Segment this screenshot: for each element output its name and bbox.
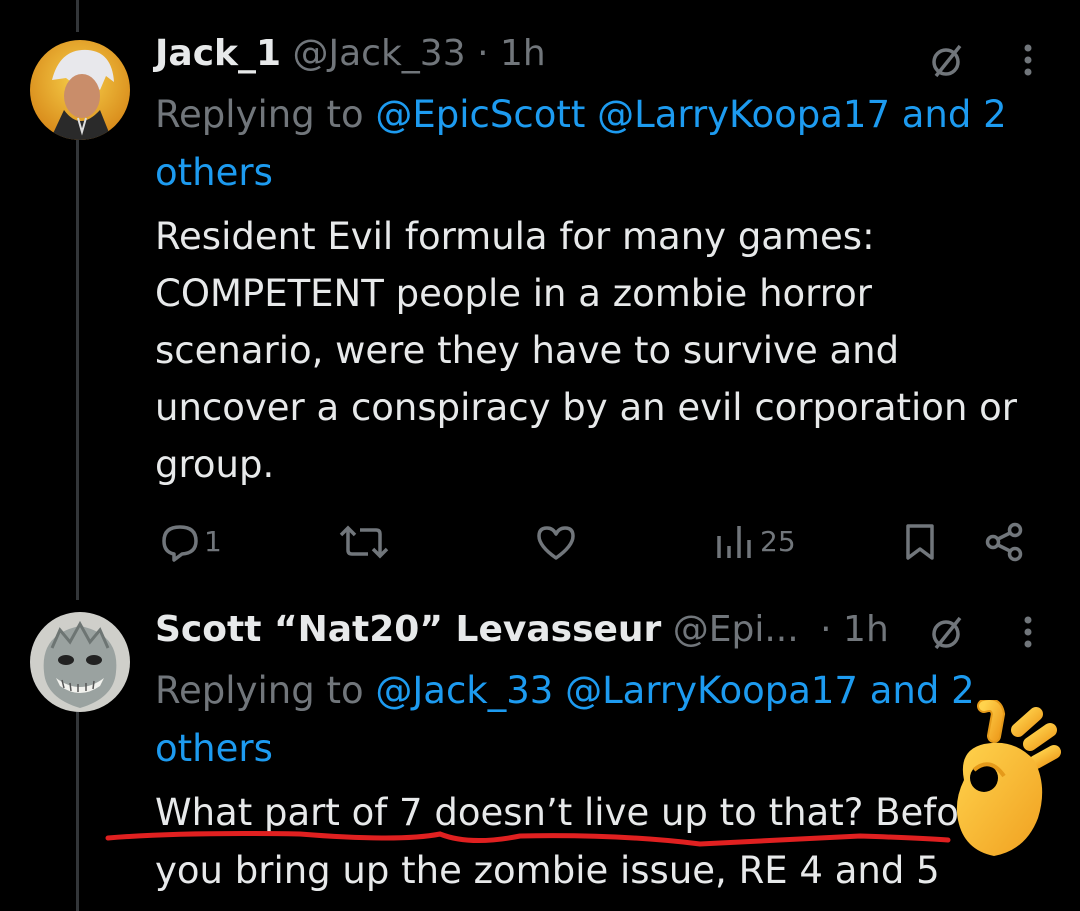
handle[interactable]: @Jack_33 bbox=[292, 33, 465, 74]
reply-icon[interactable] bbox=[160, 522, 202, 562]
replying-to: Replying to @Jack_33 @LarryKoopa17 and 2… bbox=[155, 669, 975, 770]
view-count: 25 bbox=[760, 525, 796, 558]
tweet-header: Jack_1 @Jack_33 · 1h bbox=[155, 32, 546, 76]
thread-line-top bbox=[76, 0, 79, 32]
avatar[interactable] bbox=[30, 612, 130, 712]
timestamp[interactable]: · 1h bbox=[820, 609, 889, 650]
red-underline-annotation bbox=[105, 831, 951, 847]
ok-hand-emoji bbox=[956, 700, 1061, 856]
display-name[interactable]: Jack_1 bbox=[155, 33, 281, 74]
no-grok-icon[interactable] bbox=[928, 612, 968, 652]
avatar[interactable] bbox=[30, 40, 130, 140]
no-grok-icon[interactable] bbox=[928, 40, 968, 80]
more-icon[interactable] bbox=[1020, 42, 1036, 82]
like-icon[interactable] bbox=[535, 524, 577, 562]
retweet-icon[interactable] bbox=[338, 522, 390, 562]
more-icon[interactable] bbox=[1020, 614, 1036, 654]
views-icon[interactable] bbox=[715, 524, 755, 560]
timestamp[interactable]: · 1h bbox=[477, 33, 546, 74]
thread-line-bottom bbox=[76, 700, 79, 911]
handle[interactable]: @Epi... bbox=[673, 609, 799, 650]
bookmark-icon[interactable] bbox=[903, 522, 937, 562]
tweet-header: Scott “Nat20” Levasseur @Epi... · 1h bbox=[155, 608, 889, 652]
reply-count: 1 bbox=[204, 525, 222, 558]
tweet-text: Resident Evil formula for many games: CO… bbox=[155, 215, 1018, 486]
thread-line bbox=[76, 140, 79, 600]
share-icon[interactable] bbox=[985, 522, 1025, 562]
replying-to: Replying to @EpicScott @LarryKoopa17 and… bbox=[155, 93, 1007, 194]
display-name[interactable]: Scott “Nat20” Levasseur bbox=[155, 609, 661, 650]
